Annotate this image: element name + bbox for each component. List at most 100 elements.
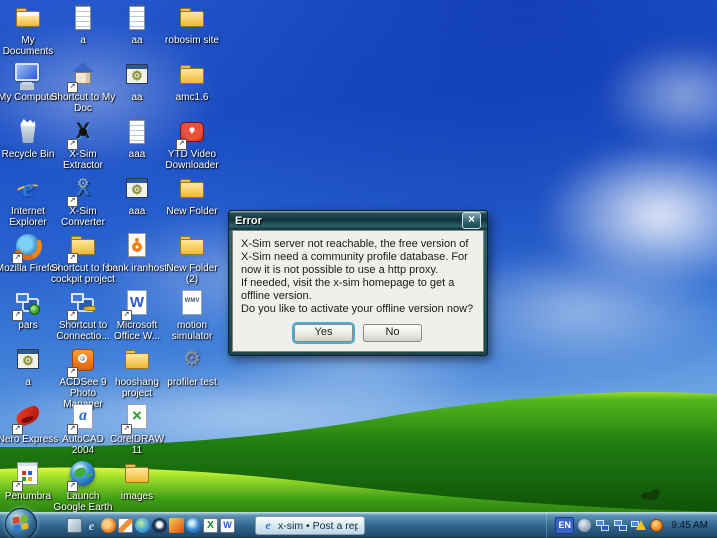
computer-icon [12, 59, 44, 91]
security-alert-icon[interactable] [649, 518, 664, 533]
desktop-icon-label: profiler test [159, 377, 225, 388]
internet-explorer-icon [262, 519, 274, 532]
desktop-icon[interactable]: Recycle Bin [1, 116, 55, 160]
network-icon[interactable] [613, 518, 628, 533]
desktop-icon-label: amc1.6 [159, 92, 225, 103]
appwin-icon [12, 344, 44, 376]
desktop-icon[interactable]: pars [1, 287, 55, 331]
language-indicator[interactable]: EN [555, 517, 574, 534]
show-desktop-icon[interactable] [67, 518, 82, 533]
dialog-button-row: Yes No [241, 324, 475, 342]
notepad-icon [67, 2, 99, 34]
utility-icon[interactable] [169, 518, 184, 533]
shortcut-arrow-icon [67, 310, 78, 321]
desktop-icon-label: CorelDRAW 11 [104, 434, 170, 456]
desktop: My Documents a aa robosim site My Comput… [0, 0, 717, 538]
desktop-icon[interactable]: AutoCAD 2004 [56, 401, 110, 456]
desktop-icon[interactable]: bank iranhost [110, 230, 164, 274]
desktop-icon[interactable]: aaa [110, 173, 164, 217]
desktop-icon[interactable]: motion simulator [165, 287, 219, 342]
desktop-icon[interactable]: My Documents [1, 2, 55, 57]
notepad-icon [121, 116, 153, 148]
network-icon[interactable] [595, 518, 610, 533]
desktop-icon-label: robosim site [159, 35, 225, 46]
shortcut-arrow-icon [12, 253, 23, 264]
desktop-icon[interactable]: CorelDRAW 11 [110, 401, 164, 456]
desktop-icon[interactable]: images [110, 458, 164, 502]
desktop-icon[interactable]: My Computer [1, 59, 55, 103]
shortcut-arrow-icon [12, 424, 23, 435]
quick-launch-bar [67, 518, 235, 533]
acdsee-icon[interactable] [118, 518, 133, 533]
desktop-icon[interactable]: amc1.6 [165, 59, 219, 103]
shortcut-arrow-icon [67, 196, 78, 207]
folder-icon [121, 344, 153, 376]
desktop-icon[interactable]: Mozilla Firefox [1, 230, 55, 274]
folder-icon [176, 173, 208, 205]
word-icon[interactable] [220, 518, 235, 533]
folder-icon [176, 59, 208, 91]
shortcut-arrow-icon [67, 367, 78, 378]
dialog-title: Error [235, 215, 262, 227]
folder-docs-icon [12, 2, 44, 34]
desktop-icon[interactable]: profiler test [165, 344, 219, 388]
desktop-icon[interactable]: hooshang project [110, 344, 164, 399]
shortcut-arrow-icon [67, 253, 78, 264]
volume-icon[interactable] [577, 518, 592, 533]
shortcut-arrow-icon [67, 424, 78, 435]
yes-button[interactable]: Yes [294, 324, 353, 342]
desktop-icon-label: New Folder (2) [159, 263, 225, 285]
desktop-icon[interactable]: robosim site [165, 2, 219, 46]
desktop-icon[interactable]: New Folder (2) [165, 230, 219, 285]
desktop-icon[interactable]: YTD Video Downloader [165, 116, 219, 171]
close-icon[interactable] [462, 212, 481, 229]
excel-icon[interactable] [203, 518, 218, 533]
folder-icon [121, 458, 153, 490]
error-dialog: Error X-Sim server not reachable, the fr… [228, 210, 488, 356]
taskbar-clock[interactable]: 9:45 AM [671, 520, 708, 531]
desktop-icon[interactable]: a [56, 2, 110, 46]
internet-explorer-icon[interactable] [84, 518, 99, 533]
desktop-icon[interactable]: X-Sim Extractor [56, 116, 110, 171]
desktop-icon[interactable]: aa [110, 2, 164, 46]
appwin-icon [121, 59, 153, 91]
desktop-icon[interactable]: Shortcut to Connectio... [56, 287, 110, 342]
network-warning-icon[interactable] [631, 518, 646, 533]
shortcut-arrow-icon [67, 481, 78, 492]
task-button-label: x-sim • Post a reply - ... [278, 520, 358, 532]
desktop-icon[interactable]: New Folder [165, 173, 219, 217]
desktop-icon[interactable]: aaa [110, 116, 164, 160]
desktop-icon-label: New Folder [159, 206, 225, 217]
wmv-icon [176, 287, 208, 319]
start-button[interactable] [5, 508, 37, 538]
notepad-icon [121, 2, 153, 34]
desktop-icon[interactable]: Internet Explorer [1, 173, 55, 228]
google-earth-icon[interactable] [186, 518, 201, 533]
no-button[interactable]: No [363, 324, 422, 342]
recycle-icon [12, 116, 44, 148]
desktop-icon[interactable]: Shortcut to My Doc [56, 59, 110, 114]
desktop-icon[interactable]: X-Sim Converter [56, 173, 110, 228]
folder-icon [176, 230, 208, 262]
desktop-icon[interactable]: Penumbra [1, 458, 55, 502]
desktop-icon[interactable]: Shortcut to fsx cockpit project [56, 230, 110, 285]
desktop-icon[interactable]: Nero Express [1, 401, 55, 445]
media-player-icon[interactable] [152, 518, 167, 533]
desktop-icon[interactable]: a [1, 344, 55, 388]
shortcut-arrow-icon [12, 481, 23, 492]
desktop-icon-label: images [104, 491, 170, 502]
dialog-body: X-Sim server not reachable, the free ver… [232, 230, 484, 352]
desktop-icon[interactable]: Microsoft Office W... [110, 287, 164, 342]
folder-icon [176, 2, 208, 34]
desktop-icon-label: motion simulator [159, 320, 225, 342]
taskbar: x-sim • Post a reply - ... EN 9:45 AM [0, 512, 717, 538]
shortcut-arrow-icon [176, 139, 187, 150]
internet-globe-icon[interactable] [135, 518, 150, 533]
system-tray: EN 9:45 AM [546, 513, 717, 538]
taskbar-task-button[interactable]: x-sim • Post a reply - ... [255, 516, 365, 535]
firefox-icon[interactable] [101, 518, 116, 533]
dialog-titlebar[interactable]: Error [229, 211, 487, 230]
shortcut-arrow-icon [67, 139, 78, 150]
jpg-icon [121, 230, 153, 262]
desktop-icon[interactable]: aa [110, 59, 164, 103]
